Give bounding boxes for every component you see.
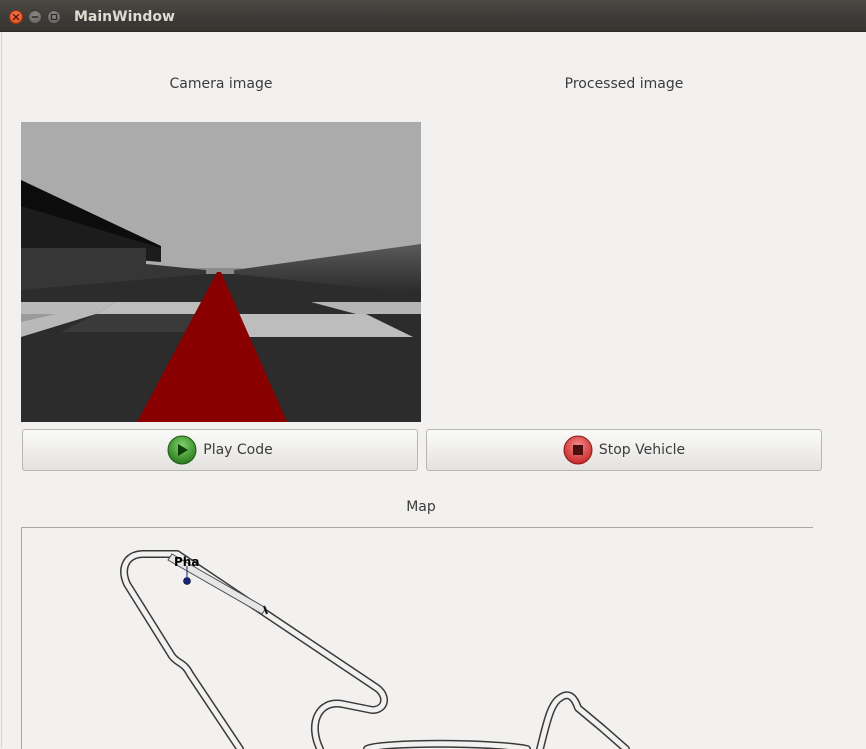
minimize-window-button[interactable] bbox=[28, 10, 42, 24]
camera-image-label: Camera image bbox=[169, 76, 273, 92]
play-code-button[interactable]: Play Code bbox=[22, 429, 418, 471]
camera-scene bbox=[21, 122, 421, 422]
map-label: Map bbox=[406, 499, 436, 515]
play-code-label: Play Code bbox=[203, 442, 273, 458]
processed-image-label: Processed image bbox=[564, 76, 684, 92]
maximize-window-button[interactable] bbox=[47, 10, 61, 24]
close-icon bbox=[12, 13, 20, 21]
minimize-icon bbox=[31, 16, 39, 18]
stop-vehicle-button[interactable]: Stop Vehicle bbox=[426, 429, 822, 471]
stop-icon bbox=[563, 435, 593, 465]
camera-image bbox=[21, 122, 421, 422]
track-outline bbox=[120, 550, 630, 749]
window-title: MainWindow bbox=[74, 9, 175, 25]
track-map bbox=[120, 550, 630, 749]
map-view[interactable]: Pha bbox=[21, 527, 813, 749]
close-window-button[interactable] bbox=[9, 10, 23, 24]
vehicle-marker bbox=[183, 577, 191, 585]
maximize-icon bbox=[50, 13, 58, 21]
main-content: Camera image Processed image Play Code S… bbox=[1, 32, 866, 749]
stop-vehicle-label: Stop Vehicle bbox=[598, 442, 686, 458]
title-bar: MainWindow bbox=[0, 0, 866, 32]
play-icon bbox=[167, 435, 197, 465]
vehicle-label: Pha bbox=[174, 555, 200, 569]
